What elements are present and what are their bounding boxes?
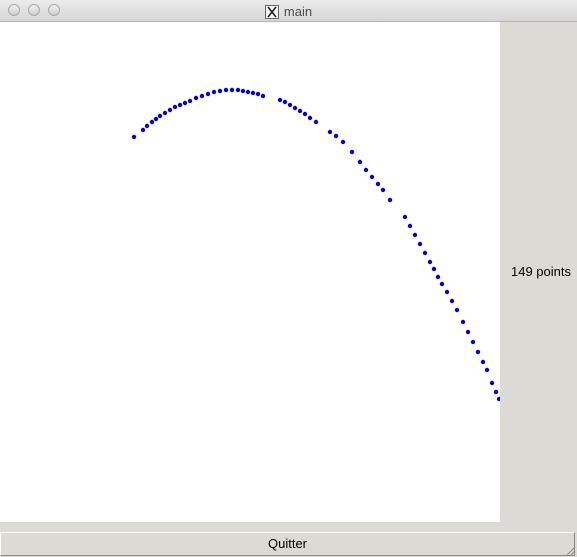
- data-point: [427, 259, 433, 265]
- data-point: [217, 88, 223, 94]
- data-point: [363, 167, 369, 173]
- data-point: [349, 149, 355, 155]
- data-point: [162, 110, 168, 116]
- data-point: [199, 93, 205, 99]
- data-point: [260, 93, 266, 99]
- data-point: [153, 116, 159, 122]
- data-point: [307, 115, 313, 121]
- data-point: [422, 250, 428, 256]
- title-bar: main: [0, 0, 577, 22]
- data-point: [172, 104, 178, 110]
- data-point: [250, 90, 256, 96]
- data-point: [402, 214, 408, 220]
- data-point: [375, 181, 381, 187]
- data-point: [187, 98, 193, 104]
- data-point: [282, 99, 288, 105]
- data-point: [229, 87, 235, 93]
- drawing-canvas[interactable]: [0, 22, 502, 522]
- data-point: [407, 223, 413, 229]
- window-title-group: main: [0, 3, 577, 19]
- data-point: [193, 95, 199, 101]
- data-point: [167, 107, 173, 113]
- data-point: [205, 91, 211, 97]
- data-point: [182, 100, 188, 106]
- data-point: [313, 119, 319, 125]
- data-point: [380, 187, 386, 193]
- x11-icon: [264, 4, 279, 19]
- data-point: [444, 289, 450, 295]
- data-point: [177, 102, 183, 108]
- data-point: [157, 113, 163, 119]
- scatter-plot: [131, 87, 502, 402]
- data-point: [439, 281, 445, 287]
- data-point: [149, 119, 155, 125]
- data-point: [255, 91, 261, 97]
- data-point: [297, 108, 303, 114]
- data-point: [369, 174, 375, 180]
- data-point: [287, 102, 293, 108]
- data-point: [412, 232, 418, 238]
- data-point: [327, 129, 333, 135]
- data-point: [489, 380, 495, 386]
- data-point: [454, 307, 460, 313]
- quit-button[interactable]: Quitter: [0, 532, 575, 556]
- data-point: [340, 139, 346, 145]
- data-point: [223, 87, 229, 93]
- data-point: [140, 127, 146, 133]
- data-point: [493, 389, 499, 395]
- data-point: [460, 319, 466, 325]
- data-point: [240, 88, 246, 94]
- data-point: [387, 197, 393, 203]
- data-point: [484, 367, 490, 373]
- data-point: [277, 97, 283, 103]
- data-point: [435, 274, 441, 280]
- data-point: [131, 134, 137, 140]
- resize-grip-icon[interactable]: [564, 544, 576, 556]
- data-point: [465, 329, 471, 335]
- data-point: [211, 89, 217, 95]
- point-count-label: 149 points: [511, 264, 571, 279]
- data-point: [357, 159, 363, 165]
- data-point: [449, 298, 455, 304]
- data-point: [292, 105, 298, 111]
- data-point: [417, 241, 423, 247]
- data-point: [245, 89, 251, 95]
- data-point: [480, 359, 486, 365]
- data-point: [470, 339, 476, 345]
- window-title: main: [283, 4, 313, 20]
- data-point: [475, 349, 481, 355]
- data-point: [144, 123, 150, 129]
- data-point: [333, 133, 339, 139]
- data-point: [302, 111, 308, 117]
- data-point: [235, 87, 241, 93]
- data-point: [431, 266, 437, 272]
